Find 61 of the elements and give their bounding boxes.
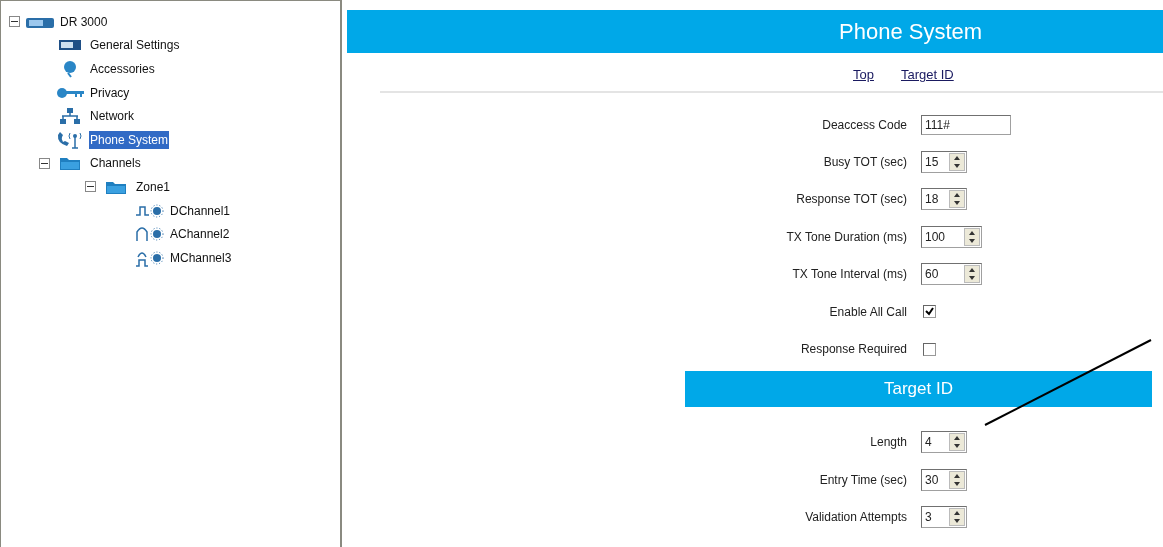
network-icon xyxy=(59,107,81,126)
tree-item[interactable]: Network xyxy=(89,107,135,126)
spin-arrows-icon[interactable] xyxy=(949,190,965,209)
spin-value: 3 xyxy=(925,509,932,527)
spin-box[interactable]: 4 xyxy=(921,431,967,454)
tree-item[interactable]: Privacy xyxy=(89,83,131,102)
spin-box[interactable]: 100 xyxy=(921,225,982,248)
collapse-toggle[interactable] xyxy=(39,157,50,169)
spin-arrows-icon[interactable] xyxy=(949,508,965,527)
tree-item[interactable]: General Settings xyxy=(89,36,181,55)
tree-item[interactable]: DChannel1 xyxy=(169,201,232,220)
collapse-toggle[interactable] xyxy=(9,16,20,28)
field-label: Response TOT (sec) xyxy=(795,191,907,209)
spin-box[interactable]: 15 xyxy=(921,151,967,174)
tree-item[interactable]: Channels xyxy=(89,154,142,173)
spin-arrows-icon[interactable] xyxy=(964,227,980,246)
field-label: Length xyxy=(869,434,907,452)
spin-box[interactable]: 30 xyxy=(921,469,967,491)
page-title: Phone System xyxy=(839,18,983,46)
spin-value: 15 xyxy=(925,154,939,172)
spin-arrows-icon[interactable] xyxy=(964,265,980,284)
field-label: Enable All Call xyxy=(828,303,907,321)
tree-item[interactable]: Zone1 xyxy=(135,177,172,196)
spin-value: 60 xyxy=(925,266,939,284)
tree-item[interactable]: DR 3000 xyxy=(59,12,109,31)
field-label: TX Tone Interval (ms) xyxy=(791,266,907,284)
text-field[interactable]: 111# xyxy=(921,114,1011,135)
section-title: Target ID xyxy=(884,378,953,400)
tree-item[interactable]: Phone System xyxy=(89,130,170,149)
field-label: Entry Time (sec) xyxy=(818,472,907,489)
field-label: Busy TOT (sec) xyxy=(822,154,907,172)
field-label: Deaccess Code xyxy=(821,116,907,134)
folder-icon xyxy=(59,155,81,172)
anchor-link[interactable]: Top xyxy=(853,65,874,91)
microphone-icon xyxy=(62,60,78,78)
spin-value: 4 xyxy=(925,434,932,452)
settings-icon xyxy=(58,39,82,52)
key-icon xyxy=(55,86,85,99)
spin-arrows-icon[interactable] xyxy=(949,471,965,489)
spin-value: 18 xyxy=(925,191,939,209)
channel-icon xyxy=(135,226,165,243)
phone-antenna-icon xyxy=(55,130,85,149)
tree-item[interactable]: AChannel2 xyxy=(169,225,231,244)
channel-icon xyxy=(135,248,165,267)
spin-value: 100 xyxy=(925,228,946,246)
spin-box[interactable]: 3 xyxy=(921,506,967,529)
tree-item[interactable]: Accessories xyxy=(89,60,156,78)
channel-icon xyxy=(135,203,165,218)
field-label: TX Tone Duration (ms) xyxy=(785,228,907,246)
tree-item[interactable]: MChannel3 xyxy=(169,248,233,267)
spin-box[interactable]: 18 xyxy=(921,188,967,211)
field-label: Response Required xyxy=(799,341,907,359)
anchor-link[interactable]: Target ID xyxy=(900,65,954,91)
spin-box[interactable]: 60 xyxy=(921,263,982,286)
spin-arrows-icon[interactable] xyxy=(949,433,965,452)
spin-arrows-icon[interactable] xyxy=(949,153,965,172)
collapse-toggle[interactable] xyxy=(85,181,96,193)
checkbox[interactable] xyxy=(923,305,936,319)
checkbox[interactable] xyxy=(923,342,936,356)
spin-value: 30 xyxy=(925,472,939,489)
field-label: Validation Attempts xyxy=(804,509,907,527)
